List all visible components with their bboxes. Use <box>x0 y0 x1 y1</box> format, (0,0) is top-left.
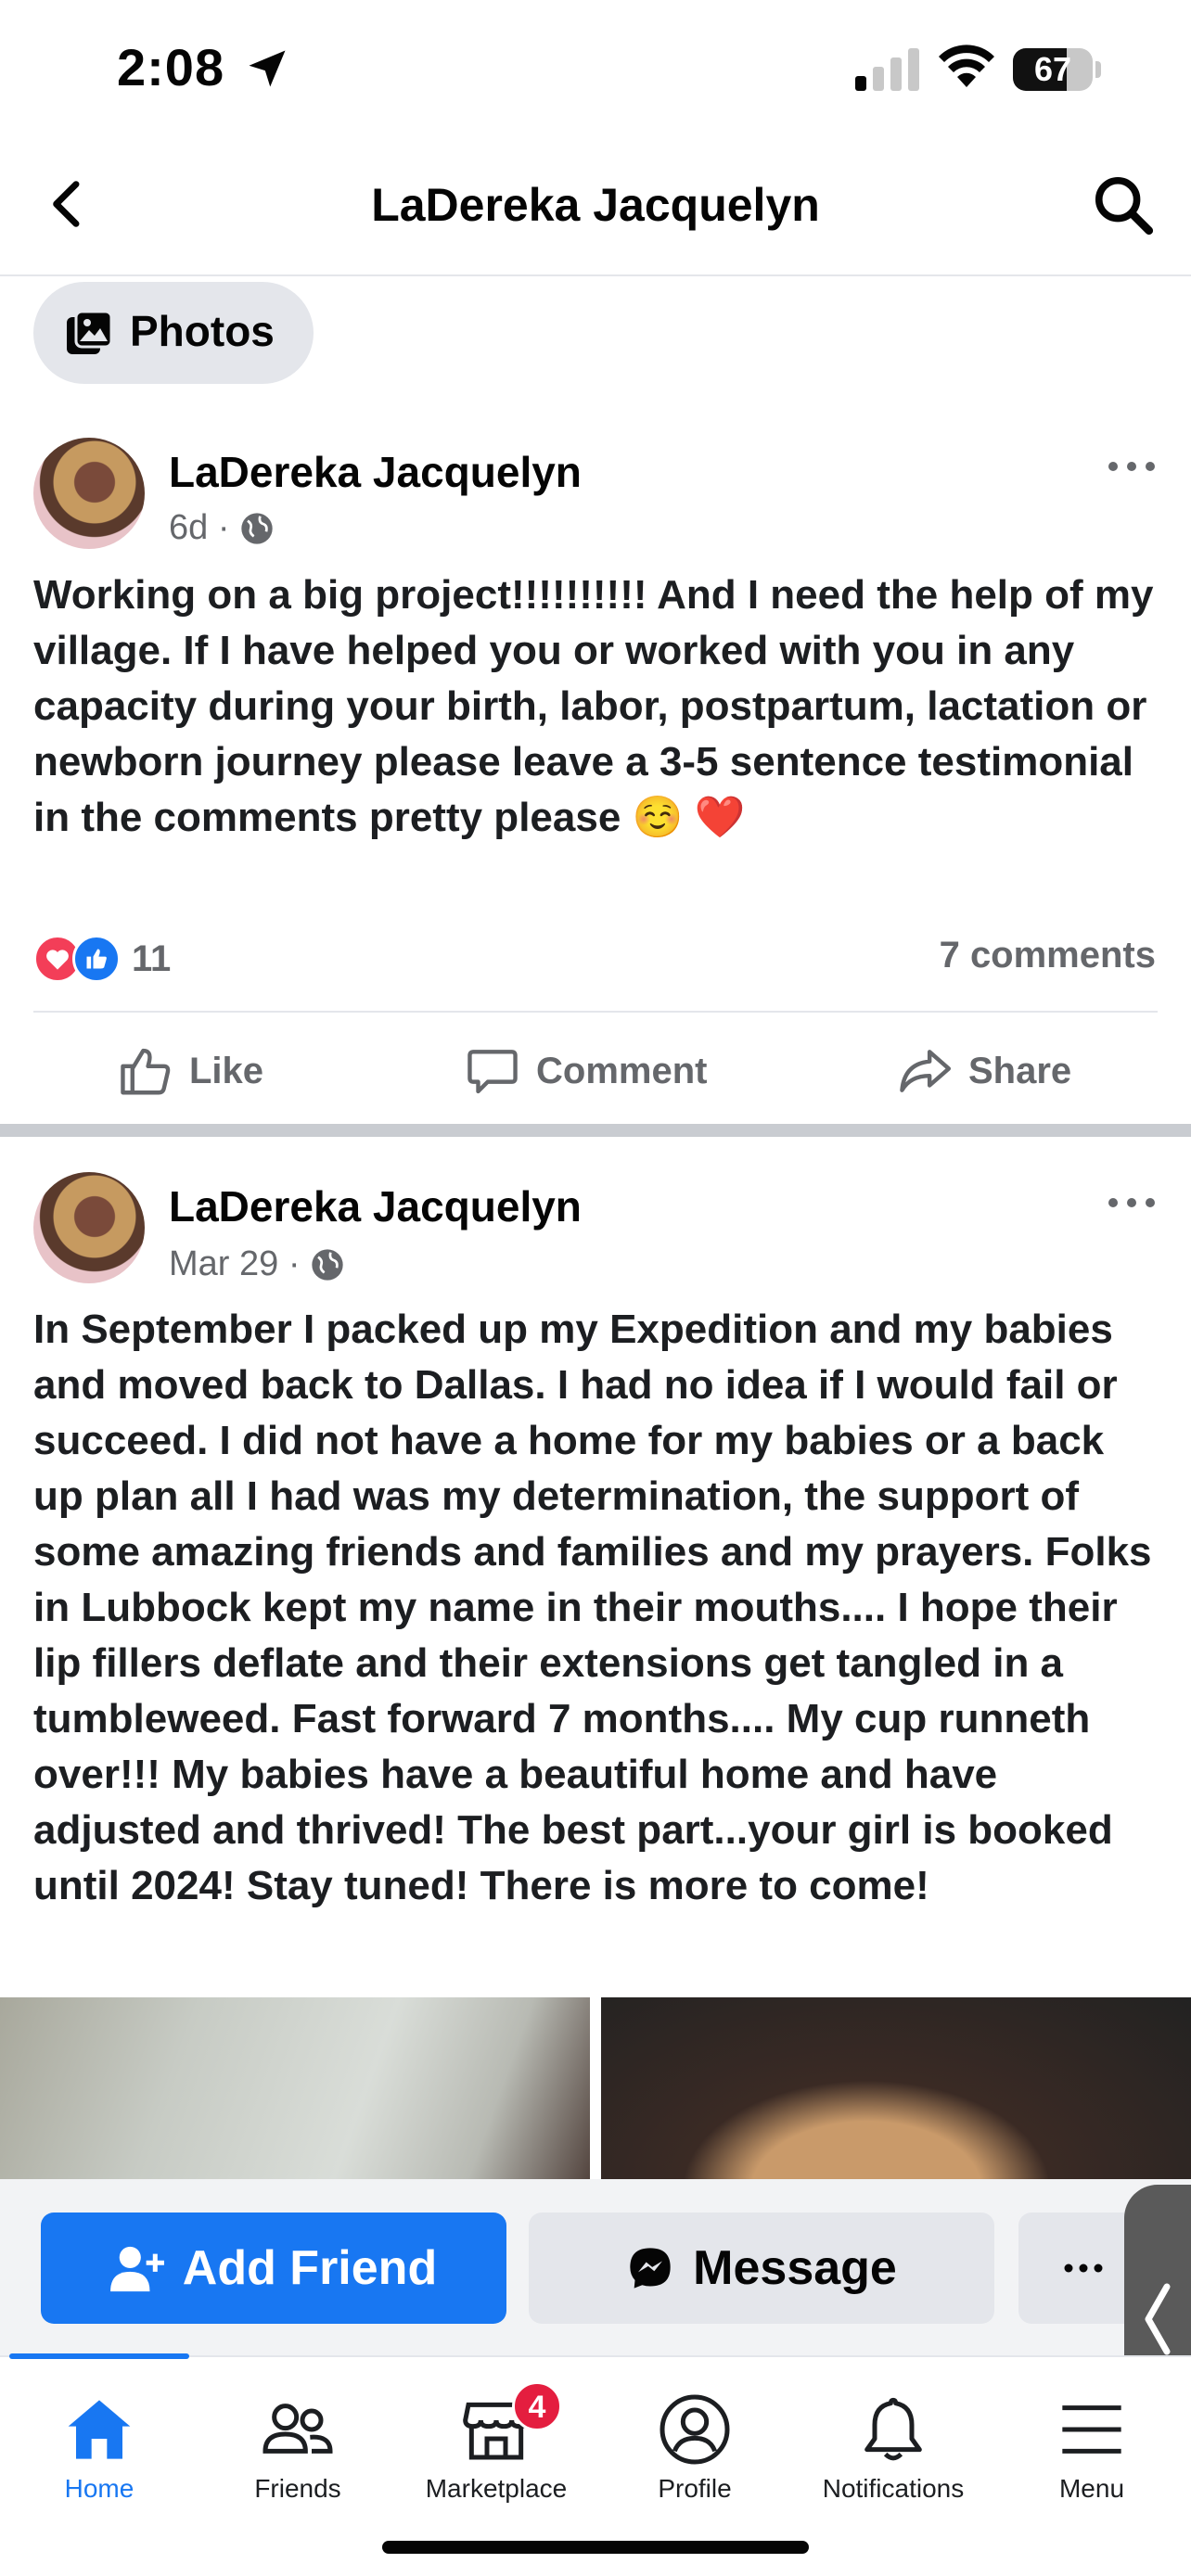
post-time[interactable]: 6d · <box>169 508 229 548</box>
more-options-icon[interactable] <box>1104 1189 1159 1217</box>
tab-home[interactable]: Home <box>0 2376 198 2515</box>
status-time: 2:08 <box>117 38 225 96</box>
post-meta: Mar 29 · <box>169 1244 346 1284</box>
reaction-count: 11 <box>132 937 172 979</box>
avatar[interactable] <box>33 1172 145 1283</box>
tab-friends[interactable]: Friends <box>198 2376 397 2515</box>
post-separator <box>0 1124 1191 1137</box>
reactions-summary[interactable]: 11 <box>33 931 171 987</box>
comment-bubble-icon <box>467 1050 518 1094</box>
post-author[interactable]: LaDereka Jacquelyn <box>169 1181 582 1231</box>
chevron-left-icon <box>1145 2283 1171 2355</box>
battery-percentage: 67 <box>1033 50 1072 88</box>
post-text: Working on a big project!!!!!!!!!! And I… <box>33 572 1154 840</box>
share-button[interactable]: Share <box>896 1039 1071 1103</box>
message-label: Message <box>693 2241 897 2295</box>
bell-icon <box>864 2397 922 2461</box>
add-friend-button[interactable]: Add Friend <box>41 2213 506 2324</box>
page-title: LaDereka Jacquelyn <box>371 179 820 231</box>
post-time[interactable]: Mar 29 · <box>169 1244 300 1284</box>
like-label: Like <box>189 1050 264 1091</box>
tab-label: Friends <box>254 2474 341 2503</box>
home-indicator <box>382 2541 809 2554</box>
message-button[interactable]: Message <box>529 2213 994 2324</box>
comment-button[interactable]: Comment <box>464 1039 707 1103</box>
add-person-icon <box>109 2246 164 2292</box>
more-dots-icon <box>1064 2264 1103 2273</box>
tab-profile[interactable]: Profile <box>596 2376 794 2515</box>
photos-chip-label: Photos <box>130 307 275 355</box>
page-header: LaDereka Jacquelyn <box>0 139 1191 276</box>
more-options-icon[interactable] <box>1104 453 1159 480</box>
add-friend-label: Add Friend <box>182 2241 438 2295</box>
wifi-icon <box>939 45 994 87</box>
tab-label: Home <box>64 2474 134 2503</box>
profile-icon <box>660 2394 730 2465</box>
divider <box>33 1011 1158 1013</box>
tab-notifications[interactable]: Notifications <box>794 2376 992 2515</box>
comments-count[interactable]: 7 comments <box>940 935 1156 976</box>
post-text: In September I packed up my Expedition a… <box>33 1307 1152 1908</box>
tab-marketplace[interactable]: 4 Marketplace <box>397 2376 596 2515</box>
cellular-signal-icon <box>855 48 919 91</box>
globe-icon <box>241 512 274 544</box>
thumbs-up-icon <box>121 1048 171 1095</box>
comment-label: Comment <box>536 1050 708 1091</box>
tab-label: Marketplace <box>425 2474 568 2503</box>
photos-icon <box>67 310 113 354</box>
like-button[interactable]: Like <box>117 1039 263 1103</box>
post-author[interactable]: LaDereka Jacquelyn <box>169 447 582 497</box>
like-reaction-icon <box>72 935 121 983</box>
tab-label: Profile <box>658 2474 732 2503</box>
status-bar: 2:08 67 <box>0 0 1191 139</box>
share-label: Share <box>968 1050 1072 1091</box>
tab-menu[interactable]: Menu <box>992 2376 1191 2515</box>
post-meta: 6d · <box>169 508 275 548</box>
home-icon <box>68 2400 131 2459</box>
globe-icon <box>312 1248 344 1281</box>
marketplace-badge: 4 <box>512 2381 562 2431</box>
location-arrow-icon <box>249 50 286 87</box>
active-tab-indicator <box>9 2353 189 2359</box>
photos-chip-button[interactable]: Photos <box>33 282 314 384</box>
messenger-icon <box>630 2248 671 2289</box>
share-arrow-icon <box>900 1050 952 1092</box>
avatar[interactable] <box>33 438 145 549</box>
menu-icon <box>1062 2405 1121 2454</box>
tab-label: Menu <box>1058 2474 1125 2503</box>
battery-icon: 67 <box>1013 48 1102 91</box>
friends-icon <box>263 2404 333 2454</box>
tab-label: Notifications <box>822 2474 965 2503</box>
search-icon[interactable] <box>1091 172 1156 237</box>
profile-action-bar: Add Friend Message <box>0 2179 1191 2355</box>
